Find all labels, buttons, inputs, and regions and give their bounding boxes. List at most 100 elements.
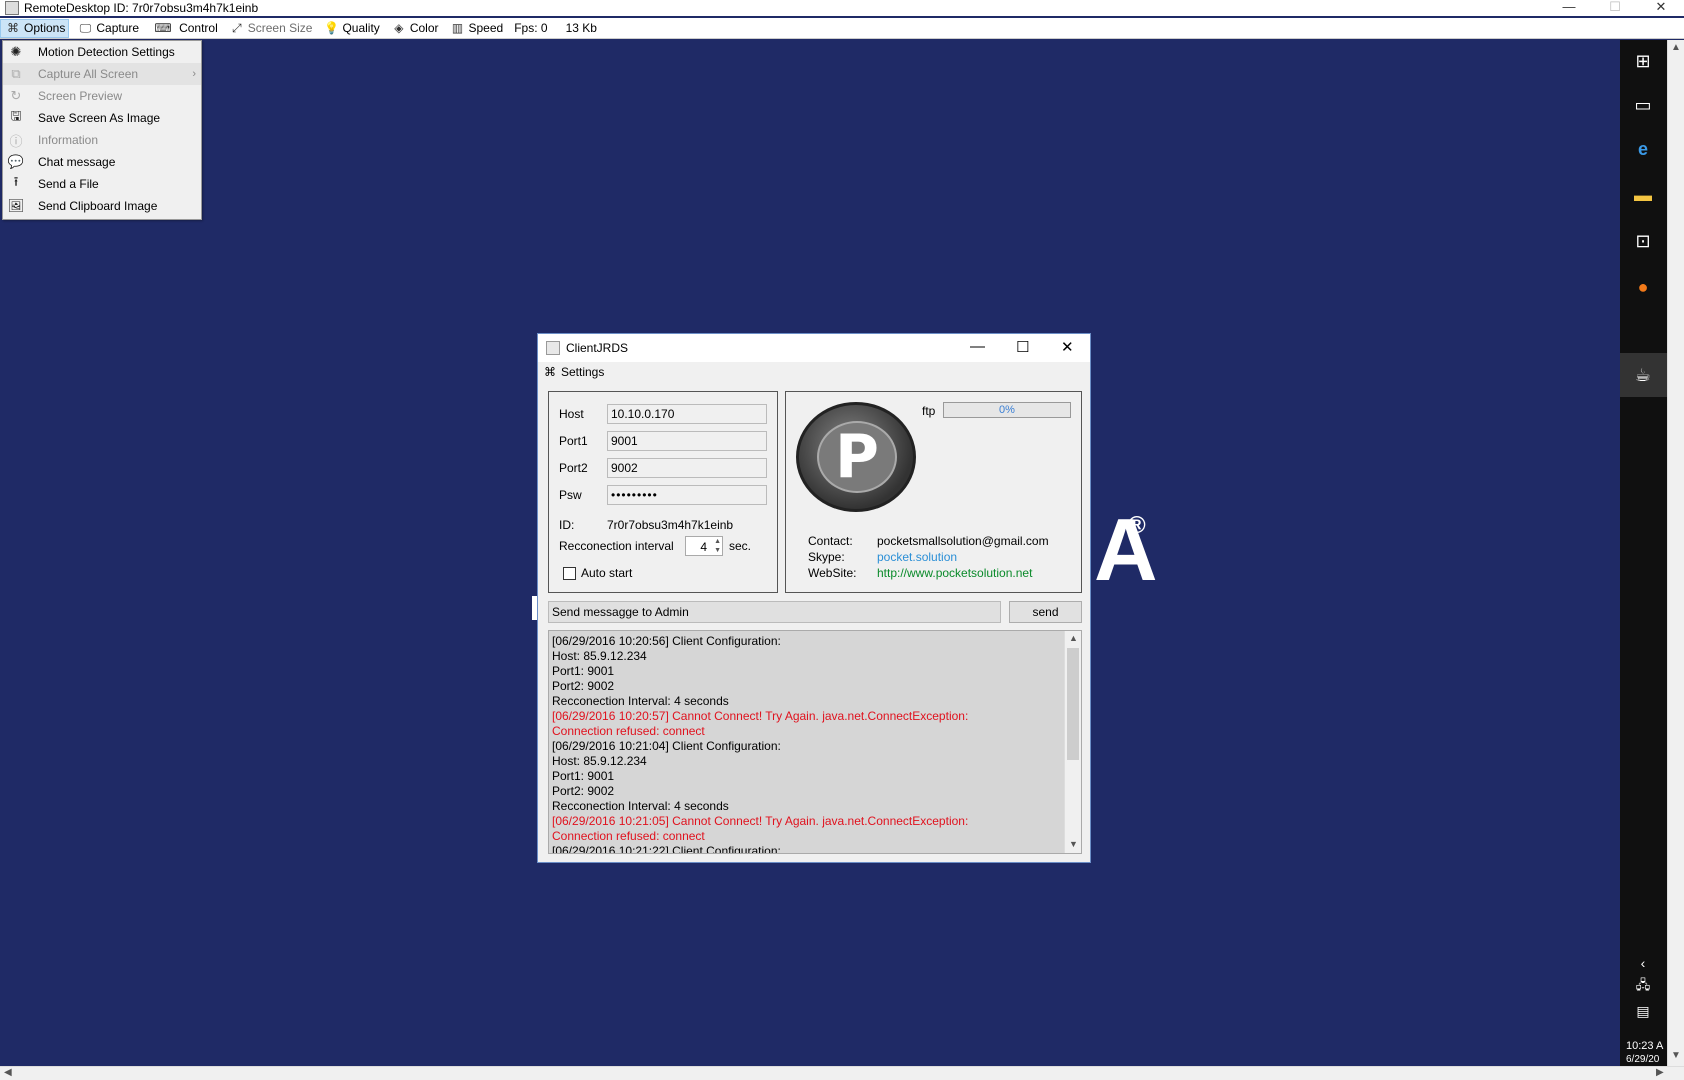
java-app-icon[interactable]: ☕ xyxy=(1630,362,1656,388)
contact-label: Contact: xyxy=(808,534,853,548)
reconnect-interval-spinner[interactable]: 4 ▲ ▼ xyxy=(685,536,723,556)
menu-item-label: Send a File xyxy=(38,177,99,191)
host-field[interactable]: 10.10.0.170 xyxy=(607,404,767,424)
menu-bar: ⌘ Options 🖵 Capture ⌨ Control ⤢ Screen S… xyxy=(0,18,1684,39)
speed-bars-icon: ▥ xyxy=(451,21,464,35)
menu-item-screen-preview[interactable]: ↻ Screen Preview xyxy=(3,85,201,107)
lightbulb-icon: 💡 xyxy=(323,21,339,35)
command-icon: ⌘ xyxy=(7,21,19,35)
data-size-readout: 13 Kb xyxy=(565,21,597,35)
screens-icon: ⧉ xyxy=(11,66,21,81)
log-line: Recconection Interval: 4 seconds xyxy=(552,799,729,813)
skype-link[interactable]: pocket.solution xyxy=(877,550,957,564)
fps-readout: Fps: 0 xyxy=(514,21,548,35)
menu-quality-label: Quality xyxy=(342,21,380,35)
clock-date[interactable]: 6/29/20 xyxy=(1626,1054,1659,1065)
client-title-bar: ClientJRDS — ☐ ✕ xyxy=(538,334,1090,362)
edge-browser-icon[interactable]: e xyxy=(1630,136,1656,162)
client-window: ClientJRDS — ☐ ✕ ⌘ Settings Host 10.10.0… xyxy=(537,333,1091,863)
options-dropdown: ✺ Motion Detection Settings ⧉ Capture Al… xyxy=(2,40,202,220)
log-line: Connection refused: connect xyxy=(552,829,705,843)
menu-item-send-clipboard-image[interactable]: 🖼 Send Clipboard Image xyxy=(3,195,201,217)
send-button[interactable]: send xyxy=(1009,601,1082,623)
paint-bucket-icon: ◈ xyxy=(394,21,404,35)
auto-start-checkbox[interactable] xyxy=(563,567,576,580)
pocket-logo: P xyxy=(796,402,916,512)
menu-item-capture-all-screen[interactable]: ⧉ Capture All Screen › xyxy=(3,63,201,85)
menu-screen-size[interactable]: ⤢ Screen Size xyxy=(225,19,316,38)
log-scroll-down-icon[interactable]: ▼ xyxy=(1069,839,1078,849)
minimize-button[interactable]: — xyxy=(1546,0,1592,16)
menu-item-label: Send Clipboard Image xyxy=(38,199,158,213)
windows-taskbar: ⊞ ▭ e ▬ ⊡ ● ☕ ‹ 🖧 ▤ 10:23 A 6/29/20 xyxy=(1620,40,1667,1066)
maximize-button[interactable]: ☐ xyxy=(1592,0,1638,16)
port1-field[interactable]: 9001 xyxy=(607,431,767,451)
spin-down-icon[interactable]: ▼ xyxy=(714,546,721,555)
menu-color[interactable]: ◈ Color xyxy=(387,19,442,38)
log-scrollbar[interactable]: ▲ ▼ xyxy=(1064,631,1081,853)
chevron-left-icon[interactable]: ‹ xyxy=(1630,950,1656,976)
notifications-icon[interactable]: ▤ xyxy=(1630,998,1656,1024)
scroll-up-icon[interactable]: ▲ xyxy=(1671,42,1681,53)
reconnect-unit-label: sec. xyxy=(729,539,752,553)
ftp-progress-bar: 0% xyxy=(943,402,1071,418)
scroll-down-icon[interactable]: ▼ xyxy=(1671,1050,1681,1061)
log-scroll-up-icon[interactable]: ▲ xyxy=(1069,633,1078,643)
java-icon xyxy=(546,341,560,355)
log-line: [06/29/2016 10:21:05] Cannot Connect! Tr… xyxy=(552,814,969,828)
log-scroll-thumb[interactable] xyxy=(1067,648,1079,760)
connection-settings-panel: Host 10.10.0.170 Port1 9001 Port2 9002 P… xyxy=(548,391,778,593)
monitor-icon: 🖵 xyxy=(79,20,92,35)
spin-up-icon[interactable]: ▲ xyxy=(714,537,721,546)
host-label: Host xyxy=(559,407,584,421)
menu-capture[interactable]: 🖵 Capture xyxy=(73,19,142,38)
menu-item-motion-detection[interactable]: ✺ Motion Detection Settings xyxy=(3,41,201,63)
client-minimize-button[interactable]: — xyxy=(970,338,985,355)
pocket-logo-letter: P xyxy=(817,421,897,493)
website-label: WebSite: xyxy=(808,566,857,580)
clock-time[interactable]: 10:23 A xyxy=(1626,1040,1663,1052)
menu-item-send-file[interactable]: ⭱ Send a File xyxy=(3,173,201,195)
log-line: Port2: 9002 xyxy=(552,784,615,798)
firefox-icon[interactable]: ● xyxy=(1630,274,1656,300)
log-line: [06/29/2016 10:21:04] Client Configurati… xyxy=(552,739,781,753)
menu-quality[interactable]: 💡 Quality xyxy=(319,19,382,38)
task-view-icon[interactable]: ▭ xyxy=(1630,92,1656,118)
scroll-left-icon[interactable]: ◀ xyxy=(4,1067,12,1078)
file-explorer-icon[interactable]: ▬ xyxy=(1630,182,1656,208)
menu-options[interactable]: ⌘ Options xyxy=(0,18,70,38)
menu-capture-label: Capture xyxy=(96,21,140,35)
log-line: Connection refused: connect xyxy=(552,724,705,738)
menu-control[interactable]: ⌨ Control xyxy=(146,19,221,38)
close-button[interactable]: ✕ xyxy=(1638,0,1684,16)
menu-speed-label: Speed xyxy=(468,21,504,35)
log-line: Host: 85.9.12.234 xyxy=(552,649,647,663)
network-icon[interactable]: 🖧 xyxy=(1630,974,1656,1000)
message-input[interactable]: Send messagge to Admin xyxy=(548,601,1001,623)
port2-field[interactable]: 9002 xyxy=(607,458,767,478)
windows-start-icon[interactable]: ⊞ xyxy=(1630,48,1656,74)
store-icon[interactable]: ⊡ xyxy=(1630,228,1656,254)
scroll-right-icon[interactable]: ▶ xyxy=(1656,1067,1664,1078)
client-title: ClientJRDS xyxy=(566,341,629,355)
menu-item-chat-message[interactable]: 💬 Chat message xyxy=(3,151,201,173)
vertical-scrollbar[interactable]: ▲ ▼ xyxy=(1667,40,1684,1066)
horizontal-scrollbar[interactable]: ◀ ▶ xyxy=(0,1066,1684,1080)
menu-speed[interactable]: ▥ Speed xyxy=(446,19,507,38)
log-area[interactable]: [06/29/2016 10:20:56] Client Configurati… xyxy=(548,630,1082,854)
website-link[interactable]: http://www.pocketsolution.net xyxy=(877,566,1032,580)
menu-settings[interactable]: Settings xyxy=(561,365,604,379)
save-icon: 🖫 xyxy=(10,108,22,123)
log-line: [06/29/2016 10:20:56] Client Configurati… xyxy=(552,634,781,648)
info-icon: ⓘ xyxy=(9,133,23,149)
auto-start-label: Auto start xyxy=(581,566,633,580)
menu-options-label: Options xyxy=(24,21,66,35)
client-maximize-button[interactable]: ☐ xyxy=(1016,338,1029,356)
keyboard-mouse-icon: ⌨ xyxy=(154,21,172,35)
menu-item-save-screen[interactable]: 🖫 Save Screen As Image xyxy=(3,107,201,129)
password-label: Psw xyxy=(559,488,582,502)
menu-item-information[interactable]: ⓘ Information xyxy=(3,129,201,151)
client-close-button[interactable]: ✕ xyxy=(1061,338,1074,356)
password-field[interactable]: ••••••••• xyxy=(607,485,767,505)
app-icon xyxy=(5,1,19,15)
